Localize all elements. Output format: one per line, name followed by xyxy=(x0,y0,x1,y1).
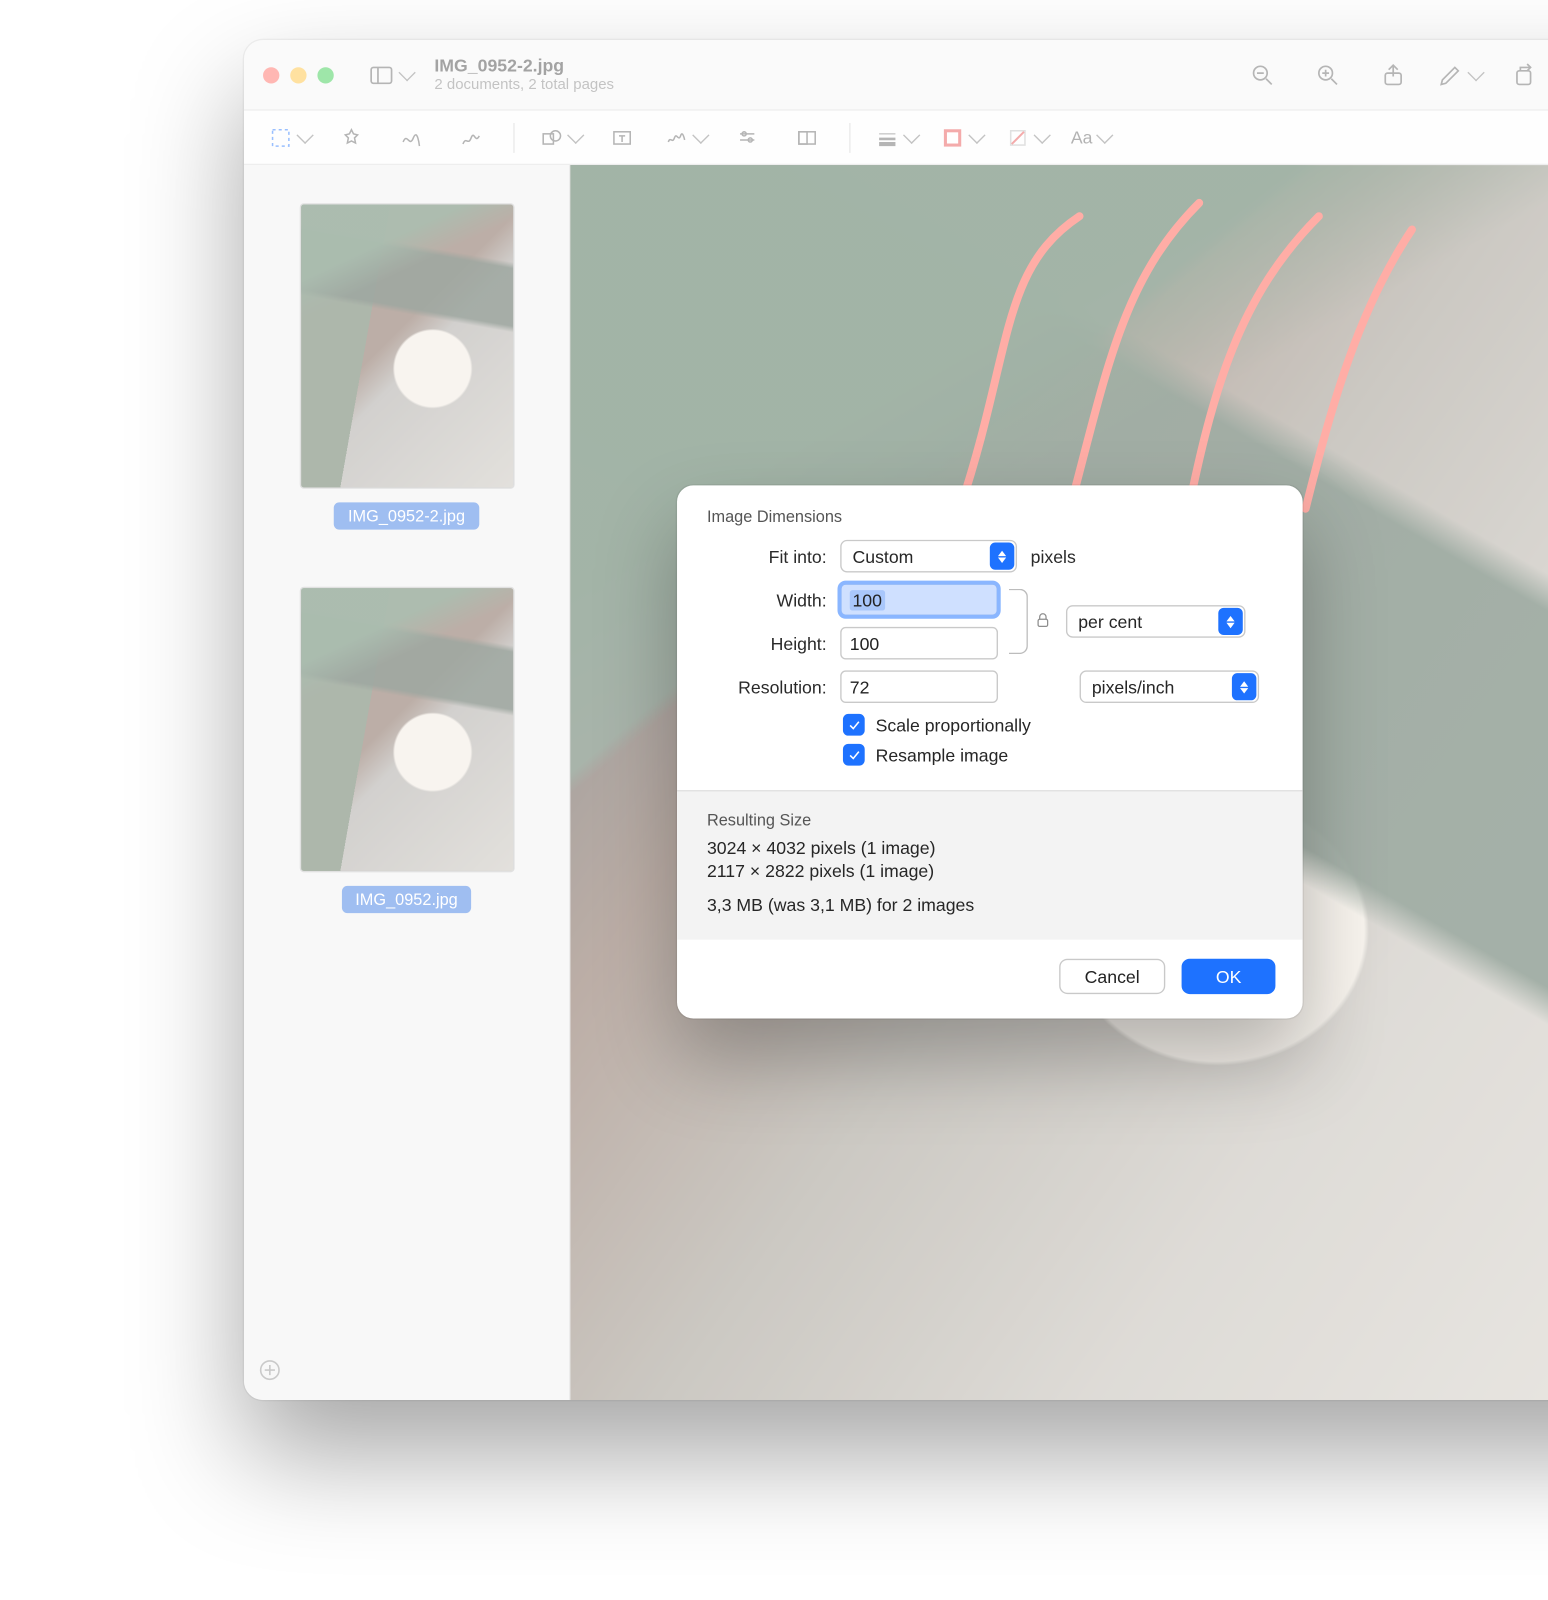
window-controls xyxy=(263,67,334,83)
select-stepper-icon xyxy=(1218,608,1242,635)
thumbnail-label: IMG_0952.jpg xyxy=(342,886,472,913)
window-fullscreen-button[interactable] xyxy=(317,67,333,83)
selection-tool-button[interactable] xyxy=(268,120,309,155)
share-button[interactable] xyxy=(1367,54,1419,95)
text-style-button[interactable]: Aa xyxy=(1071,120,1109,155)
thumbnail-image xyxy=(299,203,514,489)
sidebar-toggle-button[interactable] xyxy=(364,54,416,95)
resample-image-checkbox[interactable] xyxy=(843,744,865,766)
sketch-button[interactable] xyxy=(394,120,429,155)
border-color-button[interactable] xyxy=(940,120,981,155)
window-minimize-button[interactable] xyxy=(290,67,306,83)
scale-proportionally-label: Scale proportionally xyxy=(876,715,1031,735)
sign-button[interactable] xyxy=(664,120,705,155)
thumbnail-item[interactable]: IMG_0952.jpg xyxy=(299,587,514,913)
instant-alpha-button[interactable] xyxy=(334,120,369,155)
thumbnail-image xyxy=(299,587,514,873)
add-page-button[interactable] xyxy=(258,1358,282,1389)
result-line: 2117 × 2822 pixels (1 image) xyxy=(707,861,1273,881)
result-line: 3024 × 4032 pixels (1 image) xyxy=(707,838,1273,858)
fit-into-label: Fit into: xyxy=(707,546,827,566)
thumbnail-item[interactable]: IMG_0952-2.jpg xyxy=(299,203,514,529)
line-style-button[interactable] xyxy=(875,120,916,155)
cancel-button[interactable]: Cancel xyxy=(1059,959,1166,994)
rotate-button[interactable] xyxy=(1498,54,1548,95)
select-stepper-icon xyxy=(1232,673,1256,700)
height-label: Height: xyxy=(707,633,827,653)
adjust-color-button[interactable] xyxy=(730,120,765,155)
height-input[interactable]: 100 xyxy=(840,627,998,660)
lock-icon[interactable] xyxy=(1033,610,1052,633)
result-summary: 3,3 MB (was 3,1 MB) for 2 images xyxy=(707,895,1273,915)
zoom-in-button[interactable] xyxy=(1302,54,1354,95)
fit-into-select[interactable]: Custom xyxy=(840,540,1017,573)
window-subtitle: 2 documents, 2 total pages xyxy=(434,76,614,93)
window-close-button[interactable] xyxy=(263,67,279,83)
preview-window: IMG_0952-2.jpg 2 documents, 2 total page… xyxy=(244,40,1548,1400)
fit-into-unit: pixels xyxy=(1031,546,1076,566)
resolution-input[interactable]: 72 xyxy=(840,670,998,703)
window-title: IMG_0952-2.jpg xyxy=(434,56,614,76)
markup-button[interactable] xyxy=(1433,54,1485,95)
zoom-out-button[interactable] xyxy=(1237,54,1289,95)
resolution-unit-select[interactable]: pixels/inch xyxy=(1080,670,1260,703)
scale-proportionally-checkbox[interactable] xyxy=(843,714,865,736)
width-input[interactable]: 100 xyxy=(840,583,998,616)
text-button[interactable] xyxy=(604,120,639,155)
shapes-button[interactable] xyxy=(539,120,580,155)
markup-toolbar: Aa xyxy=(244,111,1548,165)
ok-button[interactable]: OK xyxy=(1182,959,1276,994)
adjust-size-dialog: Image Dimensions Fit into: Custom pixels… xyxy=(677,485,1303,1018)
resulting-size-label: Resulting Size xyxy=(707,810,1273,829)
resolution-label: Resolution: xyxy=(707,677,827,697)
section-label: Image Dimensions xyxy=(707,507,1273,526)
wh-unit-select[interactable]: per cent xyxy=(1066,605,1246,638)
markup-scribble xyxy=(905,190,1440,536)
fill-color-button[interactable] xyxy=(1006,120,1047,155)
resample-image-label: Resample image xyxy=(876,745,1009,765)
width-label: Width: xyxy=(707,589,827,609)
select-stepper-icon xyxy=(990,543,1014,570)
title-block: IMG_0952-2.jpg 2 documents, 2 total page… xyxy=(434,56,614,94)
titlebar: IMG_0952-2.jpg 2 documents, 2 total page… xyxy=(244,40,1548,111)
adjust-size-button[interactable] xyxy=(789,120,824,155)
thumbnails-sidebar: IMG_0952-2.jpg IMG_0952.jpg xyxy=(244,165,570,1400)
thumbnail-label: IMG_0952-2.jpg xyxy=(334,502,478,529)
draw-button[interactable] xyxy=(453,120,488,155)
aspect-lock xyxy=(1009,589,1053,654)
